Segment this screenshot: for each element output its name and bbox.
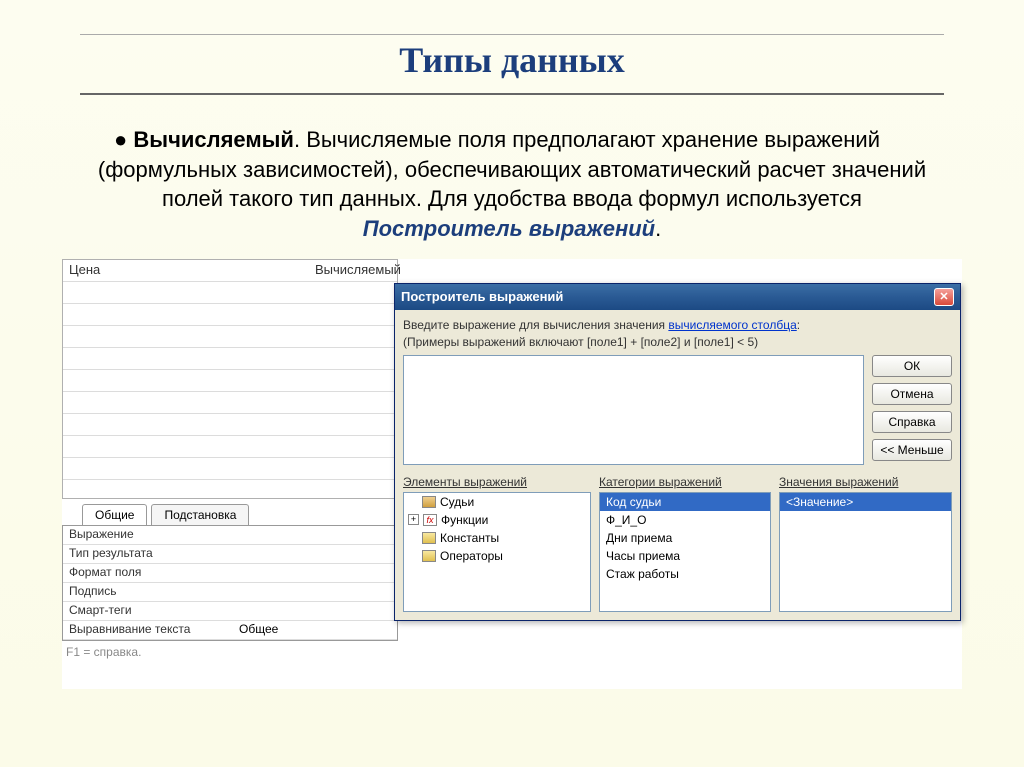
tab-lookup[interactable]: Подстановка bbox=[151, 504, 249, 525]
prop-value[interactable] bbox=[233, 564, 397, 582]
prop-label: Выравнивание текста bbox=[63, 621, 233, 639]
tab-general[interactable]: Общие bbox=[82, 504, 147, 525]
prop-value[interactable] bbox=[233, 602, 397, 620]
tree-item-table[interactable]: Судьи bbox=[404, 493, 590, 511]
categories-list[interactable]: Код судьи Ф_И_О Дни приема Часы приема С… bbox=[599, 492, 771, 612]
elements-tree[interactable]: Судьи + fx Функции Константы bbox=[403, 492, 591, 612]
expression-builder-dialog: Построитель выражений ✕ Введите выражени… bbox=[394, 283, 961, 621]
cancel-button[interactable]: Отмена bbox=[872, 383, 952, 405]
prop-label: Подпись bbox=[63, 583, 233, 601]
data-type-cell[interactable]: Вычисляемый bbox=[309, 260, 407, 279]
prop-value[interactable] bbox=[233, 526, 397, 544]
values-list[interactable]: <Значение> bbox=[779, 492, 952, 612]
close-button[interactable]: ✕ bbox=[934, 288, 954, 306]
table-icon bbox=[422, 496, 436, 508]
slide-title: Типы данных bbox=[50, 39, 974, 89]
expand-icon[interactable]: + bbox=[408, 514, 419, 525]
less-button[interactable]: << Меньше bbox=[872, 439, 952, 461]
prop-value[interactable] bbox=[233, 545, 397, 563]
close-icon: ✕ bbox=[939, 290, 948, 303]
tree-item-operators[interactable]: Операторы bbox=[404, 547, 590, 565]
list-item[interactable]: Ф_И_О bbox=[600, 511, 770, 529]
folder-icon bbox=[422, 550, 436, 562]
list-item[interactable]: Дни приема bbox=[600, 529, 770, 547]
list-item[interactable]: Стаж работы bbox=[600, 565, 770, 583]
prompt-example: (Примеры выражений включают [поле1] + [п… bbox=[403, 335, 952, 349]
list-item[interactable]: <Значение> bbox=[780, 493, 951, 511]
desc-strong: Вычисляемый bbox=[133, 127, 294, 152]
prop-label: Формат поля bbox=[63, 564, 233, 582]
design-grid: Цена Вычисляемый bbox=[62, 259, 398, 499]
prop-label: Смарт-теги bbox=[63, 602, 233, 620]
prop-value[interactable]: Общее bbox=[233, 621, 397, 639]
ok-button[interactable]: ОК bbox=[872, 355, 952, 377]
dialog-titlebar: Построитель выражений ✕ bbox=[395, 284, 960, 310]
prop-label: Выражение bbox=[63, 526, 233, 544]
values-label: Значения выражений bbox=[779, 475, 952, 489]
help-button[interactable]: Справка bbox=[872, 411, 952, 433]
prop-value[interactable] bbox=[233, 583, 397, 601]
folder-icon bbox=[422, 532, 436, 544]
list-item[interactable]: Код судьи bbox=[600, 493, 770, 511]
categories-label: Категории выражений bbox=[599, 475, 771, 489]
slide-title-section: Типы данных bbox=[50, 34, 974, 95]
screenshot-area: Цена Вычисляемый Общие Подстановка Выраж… bbox=[62, 259, 962, 689]
desc-emph: Построитель выражений bbox=[363, 216, 655, 241]
property-sheet: Общие Подстановка Выражение Тип результа… bbox=[62, 504, 398, 663]
expression-input[interactable] bbox=[403, 355, 864, 465]
prompt-link[interactable]: вычисляемого столбца bbox=[668, 318, 796, 332]
f1-help: F1 = справка. bbox=[62, 641, 398, 663]
dialog-title-text: Построитель выражений bbox=[401, 289, 563, 304]
prop-label: Тип результата bbox=[63, 545, 233, 563]
field-name-cell[interactable]: Цена bbox=[63, 260, 283, 281]
tree-item-constants[interactable]: Константы bbox=[404, 529, 590, 547]
description: ● Вычисляемый. Вычисляемые поля предпола… bbox=[50, 125, 974, 244]
elements-label: Элементы выражений bbox=[403, 475, 591, 489]
function-icon: fx bbox=[423, 514, 437, 526]
prompt-text: Введите выражение для вычисления значени… bbox=[403, 318, 952, 332]
tree-item-functions[interactable]: + fx Функции bbox=[404, 511, 590, 529]
list-item[interactable]: Часы приема bbox=[600, 547, 770, 565]
